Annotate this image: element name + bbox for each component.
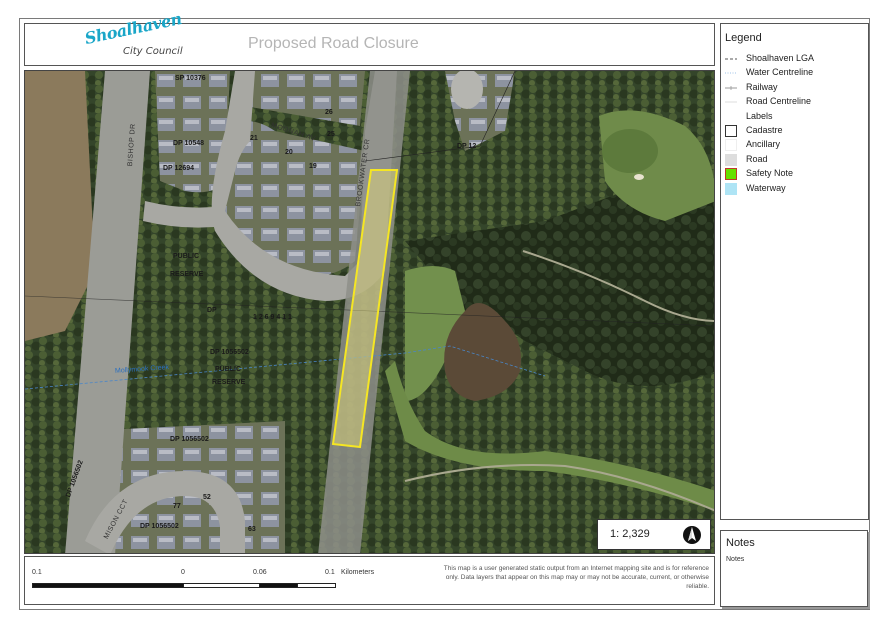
legend-item: Labels: [725, 110, 865, 124]
legend-item: Safety Note: [725, 167, 865, 181]
road-centreline-swatch-icon: [725, 101, 737, 103]
scalebar-label-left: 0.1: [32, 569, 42, 576]
bunker: [634, 174, 644, 180]
label-lot-20: 20: [285, 149, 293, 156]
road-swatch-icon: [725, 153, 737, 166]
water-centreline-swatch-icon: [725, 72, 737, 74]
label-dp-2: DP 1056502: [210, 349, 249, 356]
scalebar-segment: [32, 583, 184, 588]
scalebar-panel: 0.1 0 0.06 0.1 Kilometers This map is a …: [24, 556, 715, 605]
label-sp-1: SP 10376: [175, 75, 206, 82]
map-header: Shoalhaven City Council Proposed Road Cl…: [24, 9, 715, 66]
scalebar-segment: [259, 583, 298, 588]
legend-item: Railway: [725, 81, 865, 95]
safety-note-swatch-icon: [725, 168, 737, 181]
legend-panel: Legend Shoalhaven LGA Water Centreline Rai…: [720, 23, 869, 520]
logo-primary-text: Shoalhaven: [83, 8, 184, 48]
legend-item: Waterway: [725, 182, 865, 196]
ancillary-swatch-icon: [725, 139, 737, 152]
legend-item-label: Cadastre: [746, 125, 783, 135]
label-lot-19: 19: [309, 163, 317, 170]
north-arrow-icon: [683, 526, 701, 544]
legend-item-label: Labels: [746, 110, 773, 121]
label-lot-26: 26: [325, 109, 333, 116]
notes-panel: Notes Notes: [720, 530, 868, 607]
logo-secondary-text: City Council: [123, 46, 183, 57]
legend-item: Shoalhaven LGA: [725, 52, 865, 66]
legend-item-label: Road: [746, 153, 768, 164]
label-public-reserve-1a: PUBLIC: [173, 253, 200, 260]
scalebar-segment: [297, 583, 336, 588]
scalebar-label-mid: 0.06: [253, 569, 267, 576]
waterway-swatch-icon: [725, 182, 737, 195]
label-dp-5: DP 1056502: [140, 523, 179, 530]
scalebar-unit: Kilometers: [341, 569, 375, 576]
council-logo: Shoalhaven City Council: [83, 9, 187, 61]
label-dp-7: DP 12694: [163, 165, 195, 172]
legend-item-label: Ancillary: [746, 139, 781, 150]
disclaimer-text: This map is a user generated static outp…: [443, 565, 709, 590]
legend-item-label: Waterway: [746, 182, 786, 193]
legend-item-label: Safety Note: [746, 168, 794, 179]
scale-ratio-box: 1: 2,329: [597, 519, 711, 550]
shoalhaven-lga-swatch-icon: [725, 58, 737, 60]
labels-swatch-icon: [725, 111, 737, 123]
legend-item: Cadastre: [725, 124, 865, 138]
label-public-reserve-1b: RESERVE: [170, 271, 204, 278]
legend-item: Water Centreline: [725, 66, 865, 80]
legend-item-label: Railway: [746, 81, 778, 92]
legend-item: Road Centreline: [725, 95, 865, 109]
legend-item-label: Shoalhaven LGA: [746, 53, 815, 63]
label-lot-52: 52: [203, 494, 211, 501]
railway-swatch-icon: [725, 85, 737, 90]
label-dp-8: DP 12: [457, 143, 477, 150]
label-dp-3: DP 1056502: [170, 436, 209, 443]
label-lot-77: 77: [173, 503, 181, 510]
label-lot-25: 25: [327, 131, 335, 138]
notes-text: Notes: [726, 556, 745, 563]
label-lot-63: 63: [248, 526, 256, 533]
label-dp-1: DP: [207, 307, 217, 314]
scale-ratio: 1: 2,329: [610, 528, 650, 540]
legend-item: Ancillary: [725, 138, 865, 152]
scalebar-segment: [183, 583, 260, 588]
cadastre-swatch-icon: [725, 125, 737, 137]
scalebar-label-zero: 0: [181, 569, 185, 576]
label-public-reserve-2b: RESERVE: [212, 379, 246, 386]
label-lot-21: 21: [250, 135, 258, 142]
label-dp-6: DP 10548: [173, 140, 205, 147]
notes-title: Notes: [726, 537, 755, 549]
map-title: Proposed Road Closure: [248, 35, 419, 52]
legend-item-label: Road Centreline: [746, 96, 812, 107]
putting-green-north: [602, 129, 658, 173]
label-public-reserve-2a: PUBLIC: [215, 366, 242, 373]
map-view[interactable]: BISHOP DR MOONAH AV BROOKWATER CR MISON …: [24, 70, 715, 554]
legend-title: Legend: [725, 32, 762, 44]
label-dp-1-number: 1 2 6 9 4 1 1: [253, 314, 292, 321]
legend-item: Road: [725, 153, 865, 167]
scalebar-label-right: 0.1: [325, 569, 335, 576]
legend-item-label: Water Centreline: [746, 67, 814, 78]
